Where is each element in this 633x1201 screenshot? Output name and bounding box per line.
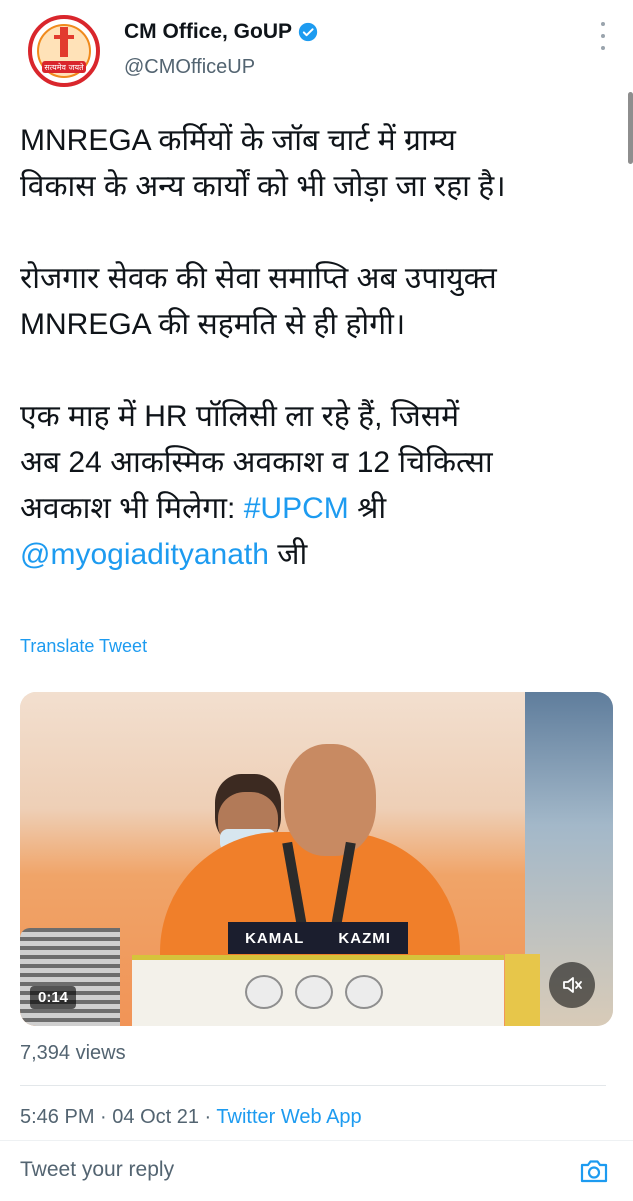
tweet-source-app[interactable]: Twitter Web App — [216, 1106, 361, 1128]
author-name[interactable]: CM Office, GoUP — [124, 20, 292, 44]
podium-side — [505, 954, 540, 1026]
tweet-paragraph: एक माह में HR पॉलिसी ला रहे हैं, जिसमें … — [20, 394, 620, 578]
mute-button[interactable] — [549, 962, 595, 1008]
podium-sign-right: KAZMI — [338, 929, 391, 947]
speaker-grille — [20, 928, 120, 1026]
scrollbar[interactable] — [628, 92, 633, 164]
divider — [20, 1085, 606, 1086]
podium-sign-left: KAMAL — [245, 929, 305, 947]
tweet-paragraph: रोजगार सेवक की सेवा समाप्ति अब उपायुक्त … — [20, 262, 497, 341]
reply-bar: Tweet your reply — [0, 1140, 633, 1201]
avatar-text: सत्यमेव जयते — [44, 62, 84, 72]
video-duration: 0:14 — [30, 986, 77, 1009]
translate-tweet-link[interactable]: Translate Tweet — [20, 636, 147, 657]
verified-badge-icon — [298, 22, 318, 42]
author-info[interactable]: CM Office, GoUP @CMOfficeUP — [124, 20, 318, 79]
tweet-date[interactable]: 04 Oct 21 — [112, 1106, 199, 1128]
podium-sign: KAMAL KAZMI — [228, 922, 408, 954]
avatar[interactable]: सत्यमेव जयते — [20, 15, 108, 87]
reply-input[interactable]: Tweet your reply — [20, 1158, 174, 1182]
tweet-paragraph: MNREGA कर्मियों के जॉब चार्ट में ग्राम्य… — [20, 124, 506, 203]
speaker-head — [284, 744, 376, 856]
tweet-paragraph-text: श्री — [357, 492, 387, 525]
view-count: 7,394 views — [20, 1042, 126, 1064]
emblem-icon — [295, 975, 333, 1009]
more-options-icon[interactable] — [595, 22, 611, 50]
mention-link[interactable]: @myogiadityanath — [20, 538, 269, 571]
emblem-icon — [345, 975, 383, 1009]
tweet-header: सत्यमेव जयते CM Office, GoUP @CMOfficeUP — [0, 0, 633, 100]
meta-separator: · — [198, 1106, 217, 1128]
tweet-paragraph-text: जी — [268, 538, 308, 571]
hashtag-link[interactable]: #UPCM — [244, 492, 349, 525]
camera-icon[interactable] — [578, 1155, 610, 1187]
tweet-text: MNREGA कर्मियों के जॉब चार्ट में ग्राम्य… — [20, 118, 620, 578]
meta-separator: · — [94, 1106, 113, 1128]
tweet-meta: 5:46 PM · 04 Oct 21 · Twitter Web App — [20, 1106, 362, 1129]
video-player[interactable]: KAMAL KAZMI 0:14 — [20, 692, 613, 1026]
emblem-icon — [245, 975, 283, 1009]
author-handle[interactable]: @CMOfficeUP — [124, 56, 318, 79]
tweet-time[interactable]: 5:46 PM — [20, 1106, 94, 1128]
speaker-muted-icon — [563, 977, 582, 993]
